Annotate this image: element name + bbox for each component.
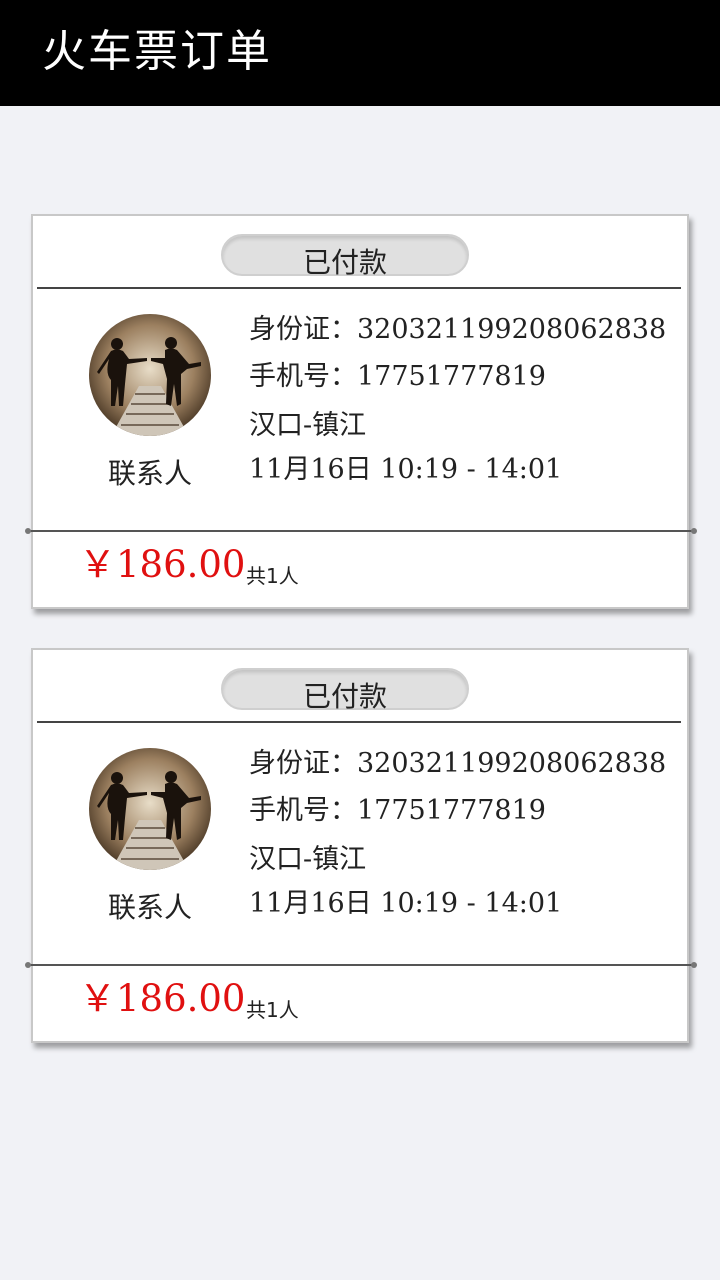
id-label: 身份证： (249, 748, 357, 779)
route-text: 汉口-镇江 (249, 410, 367, 441)
divider (25, 962, 697, 968)
avatar (89, 314, 211, 436)
phone-value: 17751777819 (357, 361, 546, 392)
phone-label: 手机号： (249, 361, 357, 392)
status-badge: 已付款 (221, 234, 469, 279)
contact-label: 联系人 (107, 891, 192, 924)
avatar (89, 748, 211, 870)
divider (37, 287, 681, 289)
divider (37, 721, 681, 723)
app-header: 火车票订单 (0, 0, 720, 106)
phone-label: 手机号： (249, 795, 357, 826)
passenger-count: 共1人 (246, 998, 299, 1022)
datetime-text: 11月16日 10:19 - 14:01 (249, 454, 563, 485)
id-value: 320321199208062838 (357, 314, 667, 345)
id-row: 身份证：320321199208062838 (249, 746, 666, 782)
id-value: 320321199208062838 (357, 748, 667, 779)
status-label: 已付款 (302, 680, 387, 713)
phone-value: 17751777819 (357, 795, 546, 826)
id-row: 身份证：320321199208062838 (249, 312, 666, 348)
order-card[interactable]: 已付款 联系人 身份证：320321199208062838 手机号：17751… (25, 214, 697, 609)
status-badge: 已付款 (221, 668, 469, 713)
route-text: 汉口-镇江 (249, 844, 367, 875)
status-label: 已付款 (302, 246, 387, 279)
page-title: 火车票订单 (42, 26, 272, 77)
datetime-text: 11月16日 10:19 - 14:01 (249, 888, 563, 919)
price-text: ￥186.00 (79, 543, 246, 586)
contact-label: 联系人 (107, 457, 192, 490)
divider (25, 528, 697, 534)
phone-row: 手机号：17751777819 (249, 793, 546, 829)
id-label: 身份证： (249, 314, 357, 345)
phone-row: 手机号：17751777819 (249, 359, 546, 395)
order-card[interactable]: 已付款 联系人 身份证：320321199208062838 手机号：17751… (25, 648, 697, 1043)
price-text: ￥186.00 (79, 977, 246, 1020)
passenger-count: 共1人 (246, 564, 299, 588)
